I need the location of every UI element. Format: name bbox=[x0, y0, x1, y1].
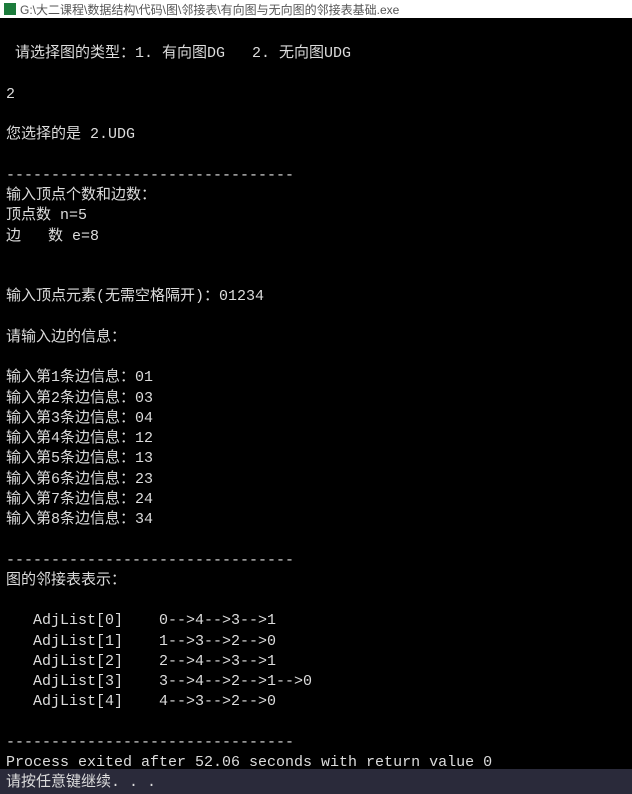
adj-list-row: AdjList[0] 0-->4-->3-->1 bbox=[6, 612, 276, 629]
edge-line: 输入第8条边信息：34 bbox=[6, 511, 153, 528]
separator: -------------------------------- bbox=[6, 552, 294, 569]
edge-line: 输入第2条边信息：03 bbox=[6, 390, 153, 407]
vertex-count: 顶点数 n=5 bbox=[6, 207, 87, 224]
selected-result: 您选择的是 2.UDG bbox=[6, 126, 135, 143]
edge-line: 输入第7条边信息：24 bbox=[6, 491, 153, 508]
edge-line: 输入第6条边信息：23 bbox=[6, 471, 153, 488]
separator: -------------------------------- bbox=[6, 734, 294, 751]
adj-list-row: AdjList[3] 3-->4-->2-->1-->0 bbox=[6, 673, 312, 690]
app-icon bbox=[4, 3, 16, 15]
adj-list-row: AdjList[4] 4-->3-->2-->0 bbox=[6, 693, 276, 710]
adj-list-row: AdjList[2] 2-->4-->3-->1 bbox=[6, 653, 276, 670]
prompt-edges-header: 请输入边的信息： bbox=[6, 329, 126, 346]
adj-header: 图的邻接表表示： bbox=[6, 572, 126, 589]
separator: -------------------------------- bbox=[6, 167, 294, 184]
process-exit: Process exited after 52.06 seconds with … bbox=[6, 754, 492, 771]
press-key: 请按任意键继续. . . bbox=[6, 774, 156, 791]
edge-line: 输入第5条边信息：13 bbox=[6, 450, 153, 467]
window-title: G:\大二课程\数据结构\代码\图\邻接表\有向图与无向图的邻接表基础.exe bbox=[20, 1, 399, 18]
prompt-vertex-elements: 输入顶点元素(无需空格隔开)：01234 bbox=[6, 288, 264, 305]
console-output: 请选择图的类型：1. 有向图DG 2. 无向图UDG 2 您选择的是 2.UDG… bbox=[0, 18, 632, 769]
adj-list-row: AdjList[1] 1-->3-->2-->0 bbox=[6, 633, 276, 650]
edge-line: 输入第4条边信息：12 bbox=[6, 430, 153, 447]
prompt-select-type: 请选择图的类型：1. 有向图DG 2. 无向图UDG bbox=[6, 45, 351, 62]
edge-line: 输入第3条边信息：04 bbox=[6, 410, 153, 427]
prompt-vertices-edges: 输入顶点个数和边数： bbox=[6, 187, 156, 204]
edge-count: 边 数 e=8 bbox=[6, 228, 99, 245]
edge-line: 输入第1条边信息：01 bbox=[6, 369, 153, 386]
user-input-type: 2 bbox=[6, 86, 15, 103]
window-titlebar[interactable]: G:\大二课程\数据结构\代码\图\邻接表\有向图与无向图的邻接表基础.exe bbox=[0, 0, 632, 18]
